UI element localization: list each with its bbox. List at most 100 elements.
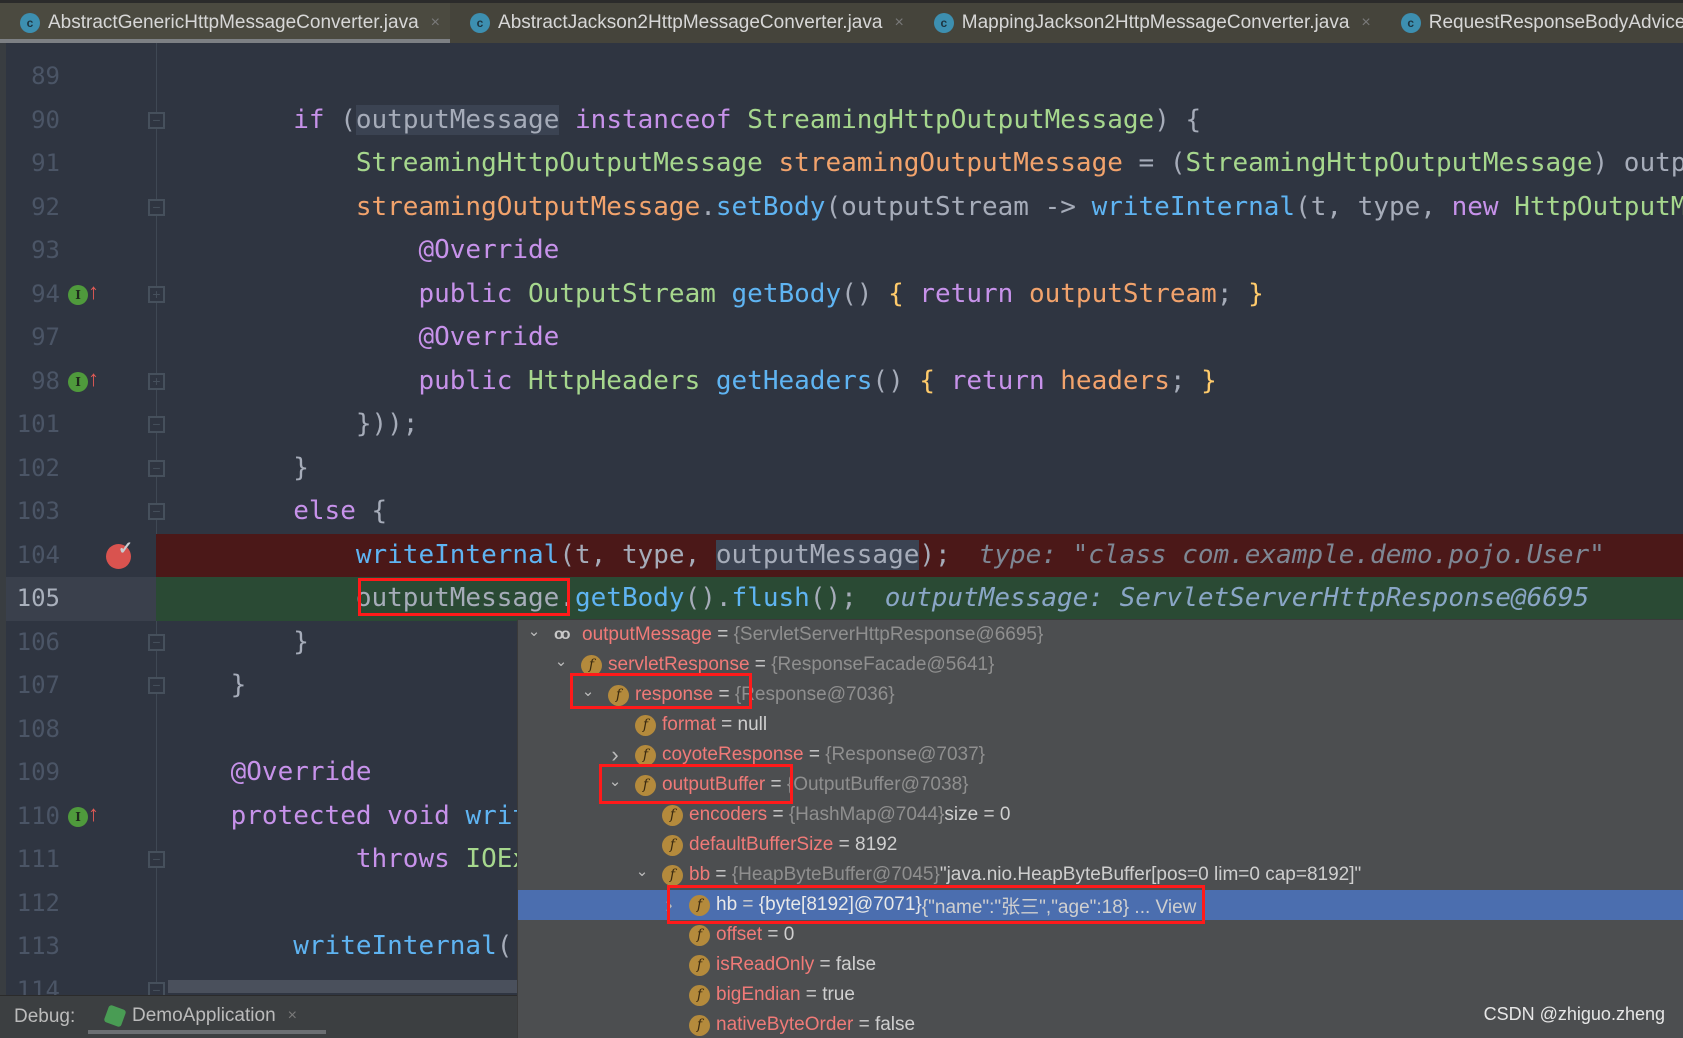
code-token: outputMessage [355,583,560,613]
variable-name: isReadOnly [716,954,815,975]
code-token: @Override [418,235,560,265]
variable-reference: {Response@7036} [734,684,895,705]
fold-icon[interactable]: − [148,981,165,995]
chevron-down-icon[interactable]: ⌄ [578,682,598,700]
code-line[interactable]: 93 @Override [0,229,1683,273]
code-token: protected [230,800,372,831]
variable-value: 8192 [855,834,898,855]
chevron-down-icon[interactable]: ⌄ [632,862,652,880]
code-token: () [841,278,889,309]
code-token: if [293,104,325,135]
code-line[interactable]: 91 StreamingHttpOutputMessage streamingO… [0,142,1683,186]
code-token: ( [324,104,356,135]
editor-tab[interactable]: c RequestResponseBodyAdvice [1380,3,1683,43]
line-number: 105 [16,584,60,612]
implements-icon[interactable]: I [68,284,88,305]
variable-row[interactable]: ⌄ f outputBuffer = {OutputBuffer@7038} [518,770,1683,800]
fold-icon[interactable]: − [148,851,165,868]
code-line[interactable]: 90 − if (outputMessage instanceof Streami… [0,99,1683,143]
code-line[interactable]: 94 I ↑ + public OutputStream getBody() { re… [0,273,1683,317]
variable-value: false [835,954,877,975]
code-text: public OutputStream getBody() { return o… [168,273,1263,317]
debug-session-name: DemoApplication [132,1005,276,1026]
variable-row[interactable]: › f hb = {byte[8192]@7071} {"name":"张三","a… [518,890,1683,920]
fold-icon[interactable]: + [148,372,165,390]
field-icon: f [662,804,683,826]
class-icon: c [470,13,491,33]
chevron-right-icon[interactable]: › [605,742,625,768]
implements-icon[interactable]: I [68,371,88,392]
code-token: ) { [1154,104,1202,135]
fold-icon[interactable]: − [148,677,165,694]
code-token: outputMessage [355,104,560,135]
close-icon[interactable]: × [431,14,440,32]
chevron-right-icon[interactable]: › [659,892,679,918]
field-icon: f [689,984,710,1006]
code-token: (t, type, [1295,191,1452,222]
code-token: ; [1169,365,1202,396]
code-text: writeInternal(t, type, outputMessage); ty… [168,534,1605,578]
chevron-down-icon[interactable]: ⌄ [524,622,544,640]
editor-tab[interactable]: c AbstractJackson2HttpMessageConverter.ja… [450,3,914,43]
horizontal-scrollbar[interactable] [168,980,517,993]
fold-icon[interactable]: − [148,459,165,477]
variable-name: format [662,714,716,735]
code-line[interactable]: 104 ✓ writeInternal(t, type, outputMessag… [0,533,1683,578]
line-number: 111 [16,845,60,873]
fold-icon[interactable]: − [148,503,165,520]
variable-row[interactable]: f offset = 0 [518,920,1683,950]
implements-icon[interactable]: I [68,806,88,827]
code-line[interactable]: 105 outputMessage.getBody().flush(); outp… [0,577,1683,621]
editor-tab[interactable]: c AbstractGenericHttpMessageConverter.jav… [0,3,451,43]
variable-value: true [822,984,855,1005]
debug-session-tab[interactable]: DemoApplication × [88,996,326,1036]
code-line[interactable]: 97 @Override [0,316,1683,360]
variable-name: offset [716,924,763,945]
chevron-down-icon[interactable]: ⌄ [605,772,625,790]
editor-tab[interactable]: c MappingJackson2HttpMessageConverter.jav… [913,3,1381,43]
code-token: () [872,365,920,396]
code-line[interactable]: 103 − else { [0,490,1683,534]
code-text: @Override [168,751,372,795]
code-text: outputMessage.getBody().flush(); outputMe… [168,577,1589,621]
code-line[interactable]: 102 − } [0,447,1683,491]
code-line[interactable]: 89 [0,55,1683,99]
field-icon: f [689,1014,710,1036]
fold-icon[interactable]: − [148,198,165,216]
line-number: 109 [16,758,60,786]
debug-variables-popup[interactable]: ⌄ oo outputMessage = {ServletServerHttpRes… [517,619,1683,1038]
fold-icon[interactable]: − [148,416,165,433]
variable-row[interactable]: ⌄ f bb = {HeapByteBuffer@7045} "java.nio.H… [518,860,1683,890]
line-number: 97 [31,323,60,351]
code-line[interactable]: 98 I ↑ + public HttpHeaders getHeaders() { … [0,360,1683,404]
fold-icon[interactable]: − [148,111,165,129]
field-icon: f [635,774,656,796]
variable-name: bigEndian [716,984,801,1005]
variable-row[interactable]: ⌄ f response = {Response@7036} [518,680,1683,710]
variable-row[interactable]: f encoders = {HashMap@7044} size = 0 [518,800,1683,830]
code-token: { [919,365,936,396]
variable-row[interactable]: ⌄ oo outputMessage = {ServletServerHttpRes… [518,620,1683,650]
code-line[interactable]: 101 − })); [0,403,1683,447]
debug-label: Debug: [14,1006,76,1027]
variable-row[interactable]: f defaultBufferSize = 8192 [518,830,1683,860]
line-number: 110 [16,801,60,830]
code-line[interactable]: 92 − streamingOutputMessage.setBody(outpu… [0,186,1683,230]
variable-row[interactable]: f format = null [518,710,1683,740]
variable-row[interactable]: f isReadOnly = false [518,950,1683,980]
close-icon[interactable]: × [288,1007,297,1025]
variable-row[interactable]: › f coyoteResponse = {Response@7037} [518,740,1683,770]
fold-icon[interactable]: − [148,633,165,651]
close-icon[interactable]: × [1361,14,1370,32]
fold-icon[interactable]: + [148,285,165,303]
close-icon[interactable]: × [894,14,903,32]
chevron-down-icon[interactable]: ⌄ [551,652,571,670]
variable-row[interactable]: ⌄ f servletResponse = {ResponseFacade@5641… [518,650,1683,680]
code-text: @Override [168,229,559,273]
